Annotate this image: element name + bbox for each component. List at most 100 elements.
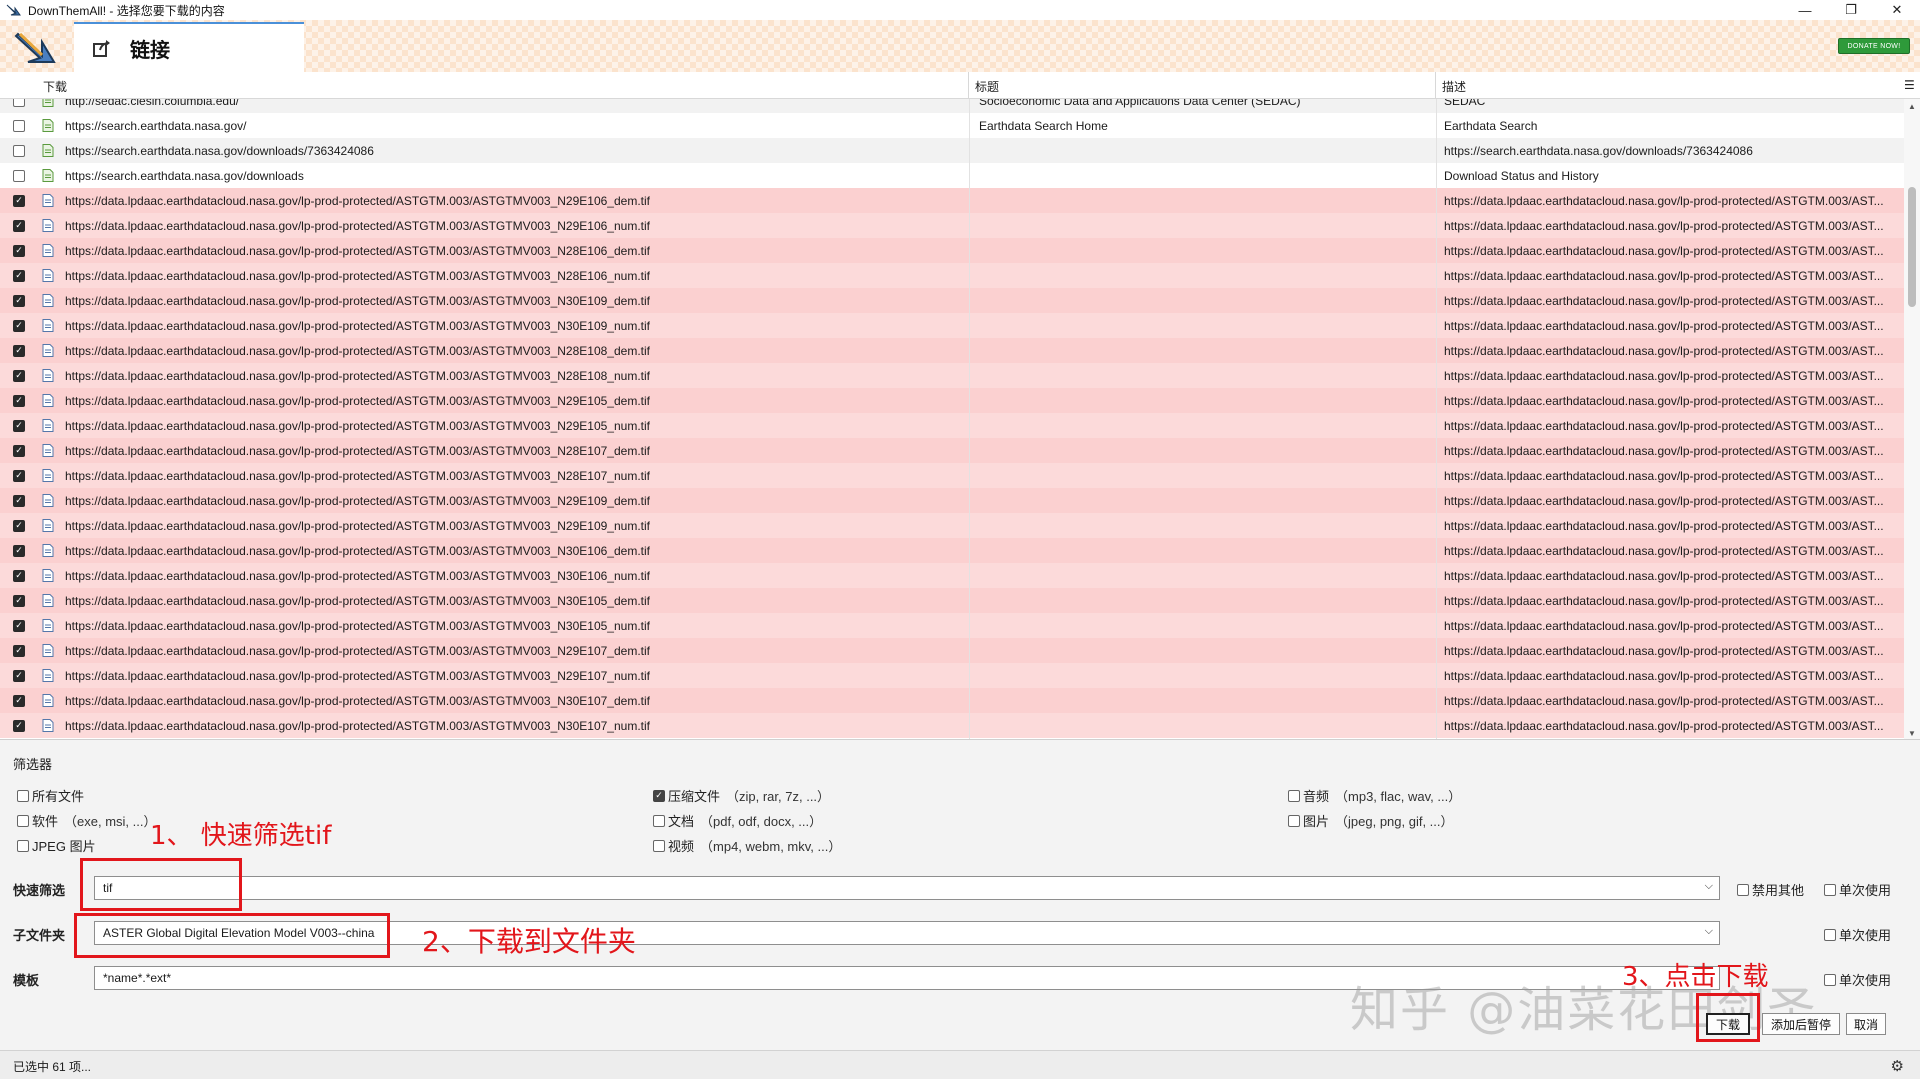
column-menu-icon[interactable]: ☰ (1898, 72, 1920, 99)
table-row[interactable]: ✓ https://data.lpdaac.earthdatacloud.nasa… (0, 638, 1904, 663)
cancel-button[interactable]: 取消 (1846, 1013, 1886, 1035)
table-row[interactable]: https://search.earthdata.nasa.gov/downlo… (0, 138, 1904, 163)
subfolder-once-checkbox[interactable] (1824, 928, 1836, 941)
filter-archives-checkbox[interactable]: ✓ (653, 789, 665, 802)
scroll-down-icon[interactable]: ▼ (1904, 726, 1920, 739)
filter-audio-checkbox[interactable] (1288, 789, 1300, 802)
row-checkbox[interactable]: ✓ (13, 544, 25, 557)
row-checkbox[interactable]: ✓ (13, 319, 25, 332)
chevron-down-icon[interactable]: ⌵ (1705, 880, 1713, 893)
row-checkbox[interactable]: ✓ (13, 444, 25, 457)
filter-software-checkbox[interactable] (17, 814, 29, 827)
row-checkbox[interactable]: ✓ (13, 244, 25, 257)
filter-video[interactable]: 视频 （mp4, webm, mkv, ...） (653, 836, 841, 855)
table-row[interactable]: https://search.earthdata.nasa.gov/downlo… (0, 163, 1904, 188)
maximize-button[interactable]: ❐ (1828, 0, 1874, 20)
tab-links[interactable]: 链接 (74, 22, 304, 72)
filter-jpeg-checkbox[interactable] (17, 839, 29, 852)
fast-filter-input[interactable]: tif ⌵ (94, 876, 1720, 900)
download-button[interactable]: 下载 (1706, 1013, 1750, 1035)
image-file-icon (42, 544, 54, 557)
row-checkbox[interactable]: ✓ (13, 469, 25, 482)
vertical-scrollbar[interactable]: ▲ ▼ (1904, 99, 1920, 739)
row-checkbox[interactable]: ✓ (13, 519, 25, 532)
chevron-down-icon[interactable]: ⌵ (1705, 925, 1713, 938)
filter-video-checkbox[interactable] (653, 839, 665, 852)
table-row[interactable]: ✓ https://data.lpdaac.earthdatacloud.nasa… (0, 413, 1904, 438)
filter-audio[interactable]: 音频 （mp3, flac, wav, ...） (1288, 786, 1461, 805)
row-checkbox[interactable] (13, 169, 25, 182)
mask-once-checkbox[interactable] (1824, 973, 1836, 986)
scroll-up-icon[interactable]: ▲ (1904, 99, 1920, 113)
filter-all-files-checkbox[interactable] (17, 789, 29, 802)
row-checkbox[interactable]: ✓ (13, 194, 25, 207)
column-header-title[interactable]: 标题 (969, 72, 1436, 99)
mask-once-option[interactable]: 单次使用 (1824, 970, 1891, 989)
table-row[interactable]: ✓ https://data.lpdaac.earthdatacloud.nasa… (0, 338, 1904, 363)
row-checkbox[interactable]: ✓ (13, 419, 25, 432)
donate-button[interactable]: DONATE NOW! (1838, 38, 1910, 54)
row-checkbox[interactable] (13, 119, 25, 132)
table-row[interactable]: ✓ https://data.lpdaac.earthdatacloud.nasa… (0, 363, 1904, 388)
close-button[interactable]: ✕ (1874, 0, 1920, 20)
filter-jpeg[interactable]: JPEG 图片 (17, 836, 96, 855)
row-checkbox[interactable]: ✓ (13, 219, 25, 232)
fast-filter-once-option[interactable]: 单次使用 (1824, 880, 1891, 899)
row-checkbox[interactable]: ✓ (13, 344, 25, 357)
fast-filter-once-checkbox[interactable] (1824, 883, 1836, 896)
table-row[interactable]: ✓ https://data.lpdaac.earthdatacloud.nasa… (0, 563, 1904, 588)
table-row[interactable]: ✓ https://data.lpdaac.earthdatacloud.nasa… (0, 263, 1904, 288)
table-row[interactable]: ✓ https://data.lpdaac.earthdatacloud.nasa… (0, 613, 1904, 638)
row-checkbox[interactable]: ✓ (13, 719, 25, 732)
table-row[interactable]: ✓ https://data.lpdaac.earthdatacloud.nasa… (0, 463, 1904, 488)
row-title: Earthdata Search Home (979, 118, 1108, 133)
table-row[interactable]: ✓ https://data.lpdaac.earthdatacloud.nasa… (0, 713, 1904, 738)
table-row[interactable]: ✓ https://data.lpdaac.earthdatacloud.nasa… (0, 688, 1904, 713)
filter-documents[interactable]: 文档 （pdf, odf, docx, ...） (653, 811, 822, 830)
filter-all-files[interactable]: 所有文件 (17, 786, 84, 805)
row-checkbox[interactable]: ✓ (13, 619, 25, 632)
table-row[interactable]: ✓ https://data.lpdaac.earthdatacloud.nasa… (0, 438, 1904, 463)
column-header-download[interactable]: 下载 (0, 72, 969, 99)
row-checkbox[interactable]: ✓ (13, 694, 25, 707)
table-row[interactable]: https://search.earthdata.nasa.gov/Earthd… (0, 113, 1904, 138)
row-checkbox[interactable]: ✓ (13, 394, 25, 407)
column-header-description[interactable]: 描述 (1436, 72, 1898, 99)
table-row[interactable]: ✓ https://data.lpdaac.earthdatacloud.nasa… (0, 288, 1904, 313)
add-paused-button[interactable]: 添加后暂停 (1762, 1013, 1840, 1035)
subfolder-once-option[interactable]: 单次使用 (1824, 925, 1891, 944)
filter-software[interactable]: 软件 （exe, msi, ...） (17, 811, 156, 830)
row-checkbox[interactable]: ✓ (13, 369, 25, 382)
table-row[interactable]: ✓ https://data.lpdaac.earthdatacloud.nasa… (0, 238, 1904, 263)
table-row[interactable]: ✓ https://data.lpdaac.earthdatacloud.nasa… (0, 213, 1904, 238)
table-row[interactable]: ✓ https://data.lpdaac.earthdatacloud.nasa… (0, 313, 1904, 338)
window-title: DownThemAll! - 选择您要下载的内容 (28, 3, 225, 18)
filter-images[interactable]: 图片 （jpeg, png, gif, ...） (1288, 811, 1454, 830)
filter-archives[interactable]: ✓ 压缩文件 （zip, rar, 7z, ...） (653, 786, 830, 805)
gear-icon[interactable]: ⚙ (1891, 1057, 1904, 1075)
row-checkbox[interactable]: ✓ (13, 294, 25, 307)
row-checkbox[interactable]: ✓ (13, 569, 25, 582)
minimize-button[interactable]: — (1782, 0, 1828, 20)
table-row[interactable]: ✓ https://data.lpdaac.earthdatacloud.nasa… (0, 513, 1904, 538)
image-file-icon (42, 669, 54, 682)
row-checkbox[interactable] (13, 144, 25, 157)
filter-documents-checkbox[interactable] (653, 814, 665, 827)
disable-others-checkbox[interactable] (1737, 883, 1749, 896)
table-row[interactable]: ✓ https://data.lpdaac.earthdatacloud.nasa… (0, 588, 1904, 613)
table-row[interactable]: ✓ https://data.lpdaac.earthdatacloud.nasa… (0, 538, 1904, 563)
row-url: https://data.lpdaac.earthdatacloud.nasa.… (65, 543, 650, 558)
row-checkbox[interactable]: ✓ (13, 269, 25, 282)
table-row[interactable]: ✓ https://data.lpdaac.earthdatacloud.nasa… (0, 188, 1904, 213)
row-checkbox[interactable]: ✓ (13, 644, 25, 657)
table-row[interactable]: ✓ https://data.lpdaac.earthdatacloud.nasa… (0, 388, 1904, 413)
row-checkbox[interactable]: ✓ (13, 594, 25, 607)
table-row[interactable]: ✓ https://data.lpdaac.earthdatacloud.nasa… (0, 488, 1904, 513)
disable-others-option[interactable]: 禁用其他 (1737, 880, 1804, 899)
row-checkbox[interactable]: ✓ (13, 669, 25, 682)
row-checkbox[interactable]: ✓ (13, 494, 25, 507)
status-text: 已选中 61 项... (13, 1060, 92, 1074)
scroll-thumb[interactable] (1908, 187, 1916, 307)
table-row[interactable]: ✓ https://data.lpdaac.earthdatacloud.nasa… (0, 663, 1904, 688)
filter-images-checkbox[interactable] (1288, 814, 1300, 827)
